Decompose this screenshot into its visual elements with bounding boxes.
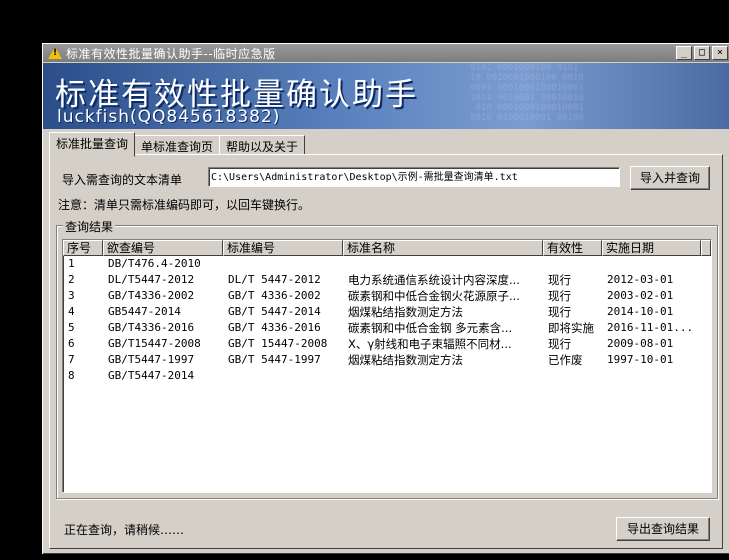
- row-query-code: GB/T5447-1997: [108, 353, 195, 366]
- file-path-input[interactable]: C:\Users\Administrator\Desktop\示例-需批量查询清…: [208, 167, 620, 187]
- row-validity: [543, 256, 602, 272]
- import-query-button[interactable]: 导入并查询: [630, 166, 710, 190]
- binary-decoration: 0101 0001000100 0101 10 0010001000100 00…: [470, 63, 584, 123]
- row-validity: 现行: [548, 273, 571, 287]
- table-row[interactable]: 5 GB/T4336-2016 GB/T 4336-2016 碳素钢和中低合金钢 多元…: [63, 320, 711, 336]
- row-validity: 现行: [548, 337, 571, 351]
- col-effective-date[interactable]: 实施日期: [602, 240, 701, 256]
- row-effective-date: 1997-10-01: [607, 353, 674, 366]
- results-header: 序号 欲查编号 标准编号 标准名称 有效性 实施日期: [63, 240, 711, 256]
- row-effective-date: [602, 368, 701, 384]
- row-standard-name: 烟煤粘结指数测定方法: [348, 353, 463, 367]
- table-row[interactable]: 1 DB/T476.4-2010: [63, 256, 711, 272]
- row-standard-name: 电力系统通信系统设计内容深度...: [348, 273, 520, 287]
- table-row[interactable]: 7 GB/T5447-1997 GB/T 5447-1997 烟煤粘结指数测定方法 已作…: [63, 352, 711, 368]
- status-text: 正在查询，请稍候……: [64, 523, 185, 537]
- results-group: 查询结果 序号 欲查编号 标准编号 标准名称 有效性 实施日期 1 DB/T476…: [56, 218, 718, 499]
- row-validity: 现行: [548, 305, 571, 319]
- warning-icon: !: [48, 47, 62, 59]
- row-index: 2: [68, 273, 75, 286]
- results-rows: 1 DB/T476.4-2010 2 DL/T5447-2012 DL/T 5447-2…: [63, 256, 711, 384]
- col-standard-name[interactable]: 标准名称: [343, 240, 543, 256]
- file-label: 导入需查询的文本清单: [62, 173, 183, 187]
- row-standard-name: 碳素钢和中低合金钢 多元素含...: [348, 321, 513, 335]
- row-effective-date: 2009-08-01: [607, 337, 674, 350]
- row-query-code: GB/T4336-2002: [108, 289, 195, 302]
- row-index: 8: [68, 369, 75, 382]
- row-query-code: GB/T5447-2014: [108, 369, 195, 382]
- row-standard-code: GB/T 4336-2002: [228, 289, 321, 302]
- row-standard-code: GB/T 5447-1997: [228, 353, 321, 366]
- row-index: 7: [68, 353, 75, 366]
- tab-batch-query[interactable]: 标准批量查询: [49, 132, 136, 157]
- row-index: 6: [68, 337, 75, 350]
- table-row[interactable]: 3 GB/T4336-2002 GB/T 4336-2002 碳素钢和中低合金钢火花源…: [63, 288, 711, 304]
- row-effective-date: 2016-11-01...: [607, 321, 694, 334]
- row-standard-code: [223, 256, 343, 272]
- row-standard-name: 烟煤粘结指数测定方法: [348, 305, 463, 319]
- header-banner: 0101 0001000100 0101 10 0010001000100 00…: [43, 63, 729, 129]
- row-standard-code: GB/T 5447-2014: [228, 305, 321, 318]
- note-text: 注意：清单只需标准编码即可，以回车键换行。: [58, 198, 311, 212]
- minimize-button[interactable]: _: [676, 46, 692, 60]
- row-index: 1: [68, 257, 75, 270]
- row-query-code: GB/T4336-2016: [108, 321, 195, 334]
- col-filler: [701, 240, 711, 256]
- app-window: ! 标准有效性批量确认助手--临时应急版 _ □ × 0101 00010001…: [42, 43, 729, 554]
- col-validity[interactable]: 有效性: [543, 240, 602, 256]
- title-bar[interactable]: ! 标准有效性批量确认助手--临时应急版 _ □ ×: [43, 44, 729, 62]
- row-effective-date: [602, 256, 701, 272]
- row-standard-code: DL/T 5447-2012: [228, 273, 321, 286]
- row-standard-code: GB/T 15447-2008: [228, 337, 328, 350]
- close-button[interactable]: ×: [712, 46, 728, 60]
- row-standard-code: [223, 368, 343, 384]
- row-standard-name: X、γ射线和电子束辐照不同材...: [348, 337, 512, 351]
- col-index[interactable]: 序号: [63, 240, 103, 256]
- export-results-button[interactable]: 导出查询结果: [616, 517, 710, 541]
- row-standard-name: [343, 368, 543, 384]
- table-row[interactable]: 2 DL/T5447-2012 DL/T 5447-2012 电力系统通信系统设计内容…: [63, 272, 711, 288]
- row-index: 5: [68, 321, 75, 334]
- row-query-code: GB5447-2014: [108, 305, 181, 318]
- row-query-code: DL/T5447-2012: [108, 273, 195, 286]
- table-row[interactable]: 6 GB/T15447-2008 GB/T 15447-2008 X、γ射线和电子束辐…: [63, 336, 711, 352]
- maximize-button[interactable]: □: [694, 46, 710, 60]
- batch-query-panel: 导入需查询的文本清单 C:\Users\Administrator\Deskto…: [49, 154, 723, 549]
- row-effective-date: 2012-03-01: [607, 273, 674, 286]
- row-effective-date: 2003-02-01: [607, 289, 674, 302]
- row-validity: [543, 368, 602, 384]
- table-row[interactable]: 4 GB5447-2014 GB/T 5447-2014 烟煤粘结指数测定方法 现行 20…: [63, 304, 711, 320]
- row-index: 3: [68, 289, 75, 302]
- results-list[interactable]: 序号 欲查编号 标准编号 标准名称 有效性 实施日期 1 DB/T476.4-20…: [62, 239, 712, 493]
- row-index: 4: [68, 305, 75, 318]
- col-query-code[interactable]: 欲查编号: [103, 240, 223, 256]
- row-query-code: GB/T15447-2008: [108, 337, 201, 350]
- table-row[interactable]: 8 GB/T5447-2014: [63, 368, 711, 384]
- row-standard-name: [343, 256, 543, 272]
- results-group-title: 查询结果: [63, 218, 116, 235]
- row-query-code: DB/T476.4-2010: [108, 257, 201, 270]
- row-effective-date: 2014-10-01: [607, 305, 674, 318]
- row-validity: 即将实施: [548, 321, 594, 335]
- row-standard-name: 碳素钢和中低合金钢火花源原子...: [348, 289, 520, 303]
- window-title: 标准有效性批量确认助手--临时应急版: [66, 46, 276, 61]
- banner-subtitle: luckfish(QQ845618382): [57, 107, 281, 127]
- row-standard-code: GB/T 4336-2016: [228, 321, 321, 334]
- col-standard-code[interactable]: 标准编号: [223, 240, 343, 256]
- row-validity: 现行: [548, 289, 571, 303]
- tab-strip: 标准批量查询 单标准查询页 帮助以及关于: [49, 132, 306, 157]
- row-validity: 已作废: [548, 353, 583, 367]
